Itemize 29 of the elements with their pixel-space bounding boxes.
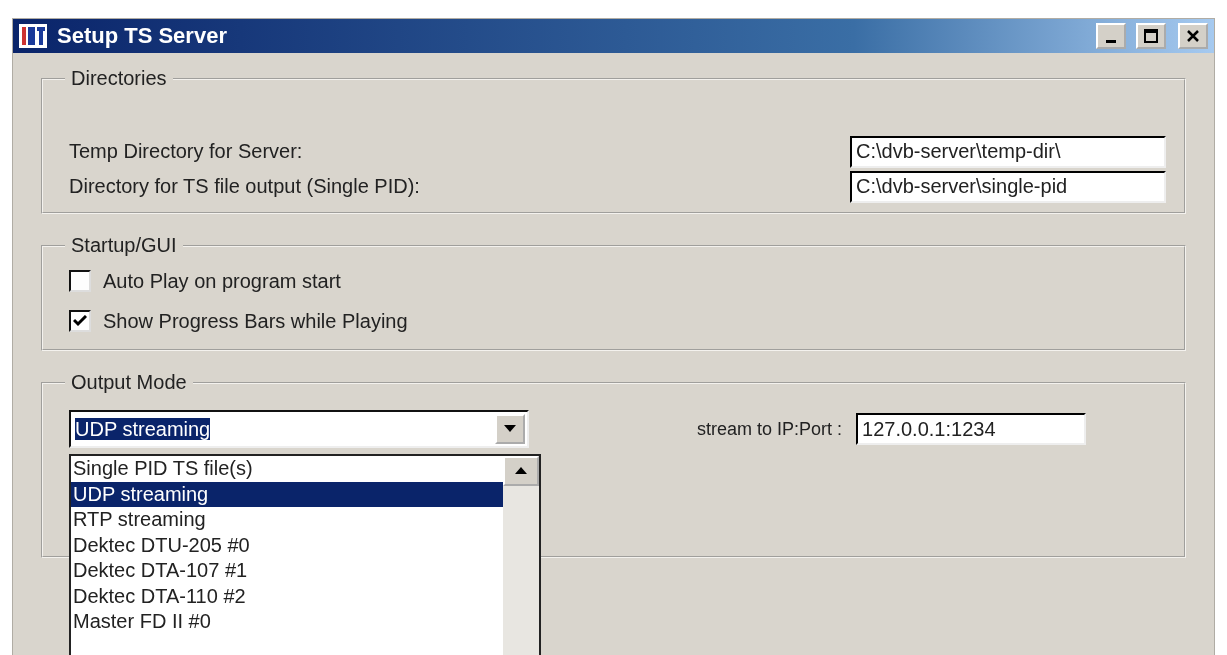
field-label: Temp Directory for Server: [69,140,303,163]
caret-down-icon [504,425,516,433]
maximize-icon [1144,29,1158,43]
minimize-icon [1106,39,1116,43]
dropdown-value: UDP streaming [75,417,211,440]
checkbox[interactable] [69,270,91,292]
group-title: Startup/GUI [70,234,178,257]
dropdown-button[interactable] [495,414,525,444]
checkbox-label: Show Progress Bars while Playing [103,309,408,333]
ip-port-input[interactable]: 127.0.0.1:1234 [856,413,1087,445]
dropdown-option[interactable]: UDP streaming [71,481,503,507]
close-button[interactable] [1178,23,1208,49]
scroll-up-button[interactable] [503,456,539,486]
close-icon [1186,29,1200,43]
app-logo-icon [19,24,47,48]
scrollbar[interactable] [503,456,539,655]
group-title: Output Mode [70,371,188,394]
directory-input[interactable]: C:\dvb-server\single-pid [850,170,1166,203]
checkbox[interactable] [69,310,91,332]
group-title: Directories [70,67,168,90]
checkbox-label: Auto Play on program start [103,269,341,293]
caret-up-icon [515,467,527,475]
directory-input[interactable]: C:\dvb-server\temp-dir\ [850,135,1166,168]
window-title: Setup TS Server [57,23,228,49]
minimize-button[interactable] [1096,23,1126,49]
ip-port-label: stream to IP:Port : [697,418,843,440]
maximize-button[interactable] [1136,23,1166,49]
checkmark-icon [73,315,87,327]
field-label: Directory for TS file output (Single PID): [69,175,420,198]
